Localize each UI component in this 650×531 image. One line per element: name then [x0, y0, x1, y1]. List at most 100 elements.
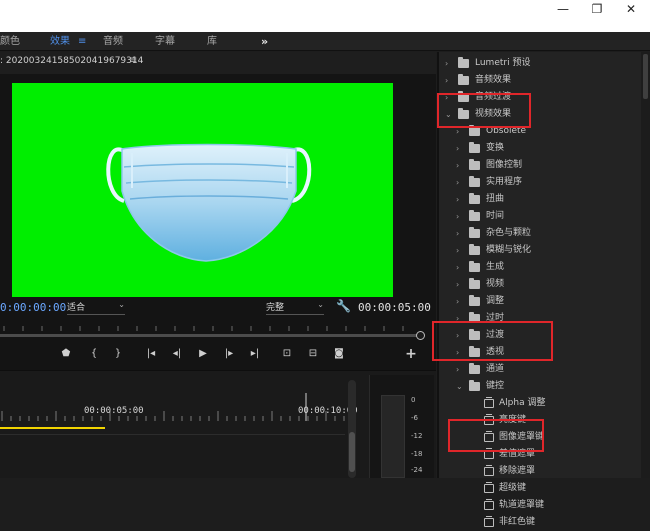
chevron-right-icon[interactable]: ›	[456, 344, 459, 361]
track-divider	[0, 434, 345, 435]
add-button-icon[interactable]: +	[403, 346, 419, 362]
play-icon[interactable]: ▶	[195, 346, 211, 362]
folder-icon	[458, 74, 469, 85]
effects-tree-item[interactable]: › 音频过渡	[439, 89, 643, 106]
effects-tree-item[interactable]: › 音频效果	[439, 72, 643, 89]
effects-tree-item[interactable]: ⌄ 键控	[439, 378, 643, 395]
workspace-menu-icon[interactable]: ≡	[78, 32, 86, 51]
chevron-right-icon[interactable]: ›	[456, 191, 459, 208]
chevron-right-icon[interactable]: ›	[456, 174, 459, 191]
folder-icon	[469, 329, 480, 340]
step-forward-icon[interactable]: |▸	[221, 346, 237, 362]
effects-tree-item[interactable]: › 实用程序	[439, 174, 643, 191]
tab-audio[interactable]: 音频	[103, 32, 123, 51]
effects-tree-item[interactable]: › Lumetri 预设	[439, 55, 643, 72]
time-ruler[interactable]	[0, 320, 425, 340]
chevron-right-icon[interactable]: ›	[456, 310, 459, 327]
effects-tree-item[interactable]: › 透视	[439, 344, 643, 361]
export-frame-icon[interactable]: ◙	[331, 346, 347, 362]
effects-tree-item[interactable]: › 扭曲	[439, 191, 643, 208]
effects-tree-label: 图像遮罩键	[499, 432, 545, 442]
chevron-right-icon[interactable]: ›	[456, 140, 459, 157]
chevron-down-icon[interactable]: ⌄	[445, 106, 452, 123]
tab-captions[interactable]: 字幕	[155, 32, 175, 51]
effects-tree-item[interactable]: 轨道遮罩键	[439, 497, 643, 514]
effects-tree-item[interactable]: ⌄ 视频效果	[439, 106, 643, 123]
effects-scroll-thumb[interactable]	[643, 54, 648, 99]
effects-tree-item[interactable]: › 过渡	[439, 327, 643, 344]
video-preview[interactable]	[12, 83, 393, 297]
quality-dropdown[interactable]: 完整 ⌄	[266, 300, 324, 315]
db-label: -24	[411, 466, 423, 474]
effects-tree-item[interactable]: 图像遮罩键	[439, 429, 643, 446]
minimize-button[interactable]: —	[546, 0, 580, 20]
chevron-right-icon[interactable]: ›	[456, 242, 459, 259]
duration-timecode: 00:00:05:00	[358, 301, 431, 314]
chevron-right-icon[interactable]: ›	[456, 327, 459, 344]
go-to-in-icon[interactable]: |◂	[143, 346, 159, 362]
go-to-out-icon[interactable]: ▸|	[247, 346, 263, 362]
current-timecode[interactable]: 0:00:00:00	[0, 301, 66, 314]
chevron-right-icon[interactable]: ›	[456, 276, 459, 293]
in-point-icon[interactable]: {	[86, 346, 102, 362]
effects-tree-item[interactable]: › 视频	[439, 276, 643, 293]
db-label: 0	[411, 396, 416, 404]
effects-tree-item[interactable]: › 杂色与颗粒	[439, 225, 643, 242]
playhead-handle[interactable]	[416, 331, 425, 340]
extract-icon[interactable]: ⊟	[305, 346, 321, 362]
chevron-right-icon[interactable]: ›	[456, 259, 459, 276]
fit-dropdown[interactable]: 适合 ⌄	[67, 300, 125, 315]
close-button[interactable]: ✕	[614, 0, 648, 20]
folder-icon	[458, 108, 469, 119]
step-back-icon[interactable]: ◂|	[169, 346, 185, 362]
timeline-scroll-thumb[interactable]	[349, 432, 355, 472]
chevron-down-icon[interactable]: ⌄	[456, 378, 463, 395]
effects-tree-item[interactable]: › 通道	[439, 361, 643, 378]
out-point-icon[interactable]: }	[110, 346, 126, 362]
work-area-bar[interactable]	[0, 427, 105, 429]
scrub-bar[interactable]	[0, 334, 420, 337]
maximize-button[interactable]: ❐	[580, 0, 614, 20]
sequence-name[interactable]: : 202003241585020419679314	[0, 56, 143, 66]
effects-tree-label: Alpha 调整	[499, 398, 546, 408]
effects-tree-item[interactable]: › 过时	[439, 310, 643, 327]
effects-tree-item[interactable]: › 调整	[439, 293, 643, 310]
effect-preset-icon	[484, 465, 494, 476]
chevron-right-icon[interactable]: ›	[456, 361, 459, 378]
tab-effects[interactable]: 效果	[50, 32, 70, 51]
effects-tree-item[interactable]: › Obsolete	[439, 123, 643, 140]
effects-tree-item[interactable]: Alpha 调整	[439, 395, 643, 412]
effects-tree-item[interactable]: 非红色键	[439, 514, 643, 531]
effects-tree-item[interactable]: 差值遮罩	[439, 446, 643, 463]
folder-icon	[469, 244, 480, 255]
chevron-right-icon[interactable]: ›	[456, 208, 459, 225]
chevron-right-icon[interactable]: ›	[456, 123, 459, 140]
folder-icon	[469, 346, 480, 357]
effects-tree-item[interactable]: 移除遮罩	[439, 463, 643, 480]
effects-tree-item[interactable]: 亮度键	[439, 412, 643, 429]
folder-icon	[458, 57, 469, 68]
chevron-right-icon[interactable]: ›	[456, 293, 459, 310]
effects-tree-label: 生成	[486, 262, 505, 272]
chevron-right-icon[interactable]: ›	[456, 157, 459, 174]
tab-libraries[interactable]: 库	[207, 32, 217, 51]
effects-tree-item[interactable]: 超级键	[439, 480, 643, 497]
more-workspaces-button[interactable]: »	[261, 32, 268, 51]
lift-icon[interactable]: ⊡	[279, 346, 295, 362]
effects-tree-item[interactable]: › 模糊与锐化	[439, 242, 643, 259]
effect-preset-icon	[484, 431, 494, 442]
effects-scrollbar[interactable]	[641, 52, 650, 478]
marker-icon[interactable]: ⬟	[58, 346, 74, 362]
folder-icon	[469, 210, 480, 221]
wrench-icon[interactable]: 🔧	[336, 299, 351, 313]
chevron-right-icon[interactable]: ›	[445, 72, 448, 89]
effects-tree-item[interactable]: › 时间	[439, 208, 643, 225]
chevron-right-icon[interactable]: ›	[456, 225, 459, 242]
effects-tree-item[interactable]: › 变换	[439, 140, 643, 157]
chevron-right-icon[interactable]: ›	[445, 55, 448, 72]
chevron-right-icon[interactable]: ›	[445, 89, 448, 106]
effects-tree-item[interactable]: › 图像控制	[439, 157, 643, 174]
panel-menu-icon[interactable]: ≡	[129, 55, 137, 66]
tab-color[interactable]: 颜色	[0, 32, 20, 51]
effects-tree-item[interactable]: › 生成	[439, 259, 643, 276]
